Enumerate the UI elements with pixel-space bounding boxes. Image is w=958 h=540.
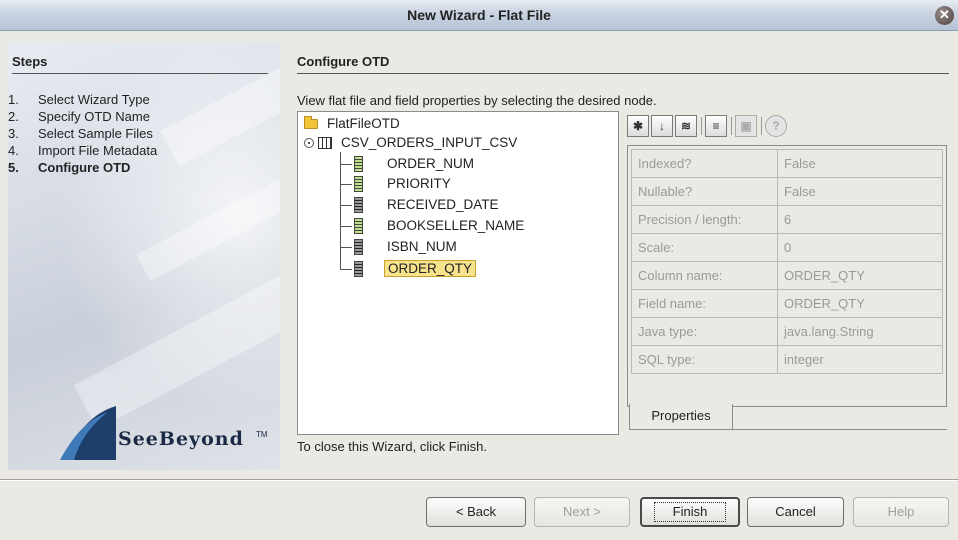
steps-heading: Steps [12, 54, 48, 69]
tree-node-field[interactable]: BOOKSELLER_NAME [384, 217, 527, 235]
tree-node-field[interactable]: RECEIVED_DATE [384, 196, 502, 214]
step-item-active: 5. Configure OTD [8, 160, 131, 175]
back-button[interactable]: < Back [426, 497, 526, 527]
description-toggle-icon[interactable]: ≡ [705, 115, 727, 137]
step-item: 4. Import File Metadata [8, 143, 158, 158]
otd-tree[interactable]: FlatFileOTD CSV_ORDERS_INPUT_CSV ORDER_N… [297, 111, 619, 435]
property-row[interactable]: Field name: ORDER_QTY [631, 289, 943, 318]
window-title: New Wizard - Flat File [407, 7, 551, 23]
tree-node-field[interactable]: ORDER_NUM [384, 155, 477, 173]
step-item: 3. Select Sample Files [8, 126, 153, 141]
categorized-icon[interactable]: ≋ [675, 115, 697, 137]
instruction-text: View flat file and field properties by s… [297, 93, 657, 108]
logo-text: SeeBeyond [118, 428, 244, 450]
property-row[interactable]: Nullable? False [631, 177, 943, 206]
property-row[interactable]: Scale: 0 [631, 233, 943, 262]
folder-icon [304, 116, 318, 130]
property-row[interactable]: Precision / length: 6 [631, 205, 943, 234]
tree-node-field[interactable]: ISBN_NUM [384, 238, 460, 256]
seebeyond-logo: SeeBeyond TM [58, 404, 268, 462]
property-row[interactable]: Column name: ORDER_QTY [631, 261, 943, 290]
tree-node-field[interactable]: PRIORITY [384, 175, 454, 193]
help-icon: ? [765, 115, 787, 137]
field-icon [354, 156, 363, 172]
field-icon [354, 197, 363, 213]
cancel-button[interactable]: Cancel [747, 497, 844, 527]
steps-divider [12, 73, 268, 74]
logo-swoosh-icon [60, 406, 116, 460]
property-row[interactable]: SQL type: integer [631, 345, 943, 374]
section-divider [297, 73, 949, 74]
tree-node-record[interactable]: CSV_ORDERS_INPUT_CSV [304, 134, 520, 152]
finish-label: Finish [653, 502, 727, 522]
step-item: 2. Specify OTD Name [8, 109, 150, 124]
property-row[interactable]: Indexed? False [631, 149, 943, 178]
collapse-icon[interactable]: ✱ [627, 115, 649, 137]
properties-table: Indexed? False Nullable? False Precision /… [631, 149, 943, 374]
help-button[interactable]: Help [853, 497, 949, 527]
edit-icon: ▣ [735, 115, 757, 137]
next-button[interactable]: Next > [534, 497, 630, 527]
step-item: 1. Select Wizard Type [8, 92, 150, 107]
tree-node-root[interactable]: FlatFileOTD [304, 115, 403, 133]
close-icon[interactable]: ✕ [935, 6, 954, 25]
field-icon [354, 218, 363, 234]
field-icon [354, 239, 363, 255]
table-icon [318, 137, 332, 150]
properties-sheet: Indexed? False Nullable? False Precision /… [627, 145, 947, 407]
property-row[interactable]: Java type: java.lang.String [631, 317, 943, 346]
sort-icon[interactable]: ↓ [651, 115, 673, 137]
steps-list: 1. Select Wizard Type 2. Specify OTD Name … [8, 91, 157, 176]
tab-properties[interactable]: Properties [629, 404, 733, 430]
logo-trademark: TM [256, 430, 268, 439]
section-title: Configure OTD [297, 54, 390, 69]
finish-button[interactable]: Finish [640, 497, 740, 527]
steps-panel: Steps 1. Select Wizard Type 2. Specify OTD… [8, 42, 280, 470]
field-icon [354, 261, 363, 277]
close-hint-text: To close this Wizard, click Finish. [297, 439, 487, 454]
title-bar[interactable]: New Wizard - Flat File ✕ [0, 0, 958, 31]
tree-node-field-selected[interactable]: ORDER_QTY [384, 260, 477, 278]
expand-handle-icon[interactable] [304, 138, 314, 149]
field-icon [354, 176, 363, 192]
wizard-window: New Wizard - Flat File ✕ Steps 1. Select … [0, 0, 958, 540]
